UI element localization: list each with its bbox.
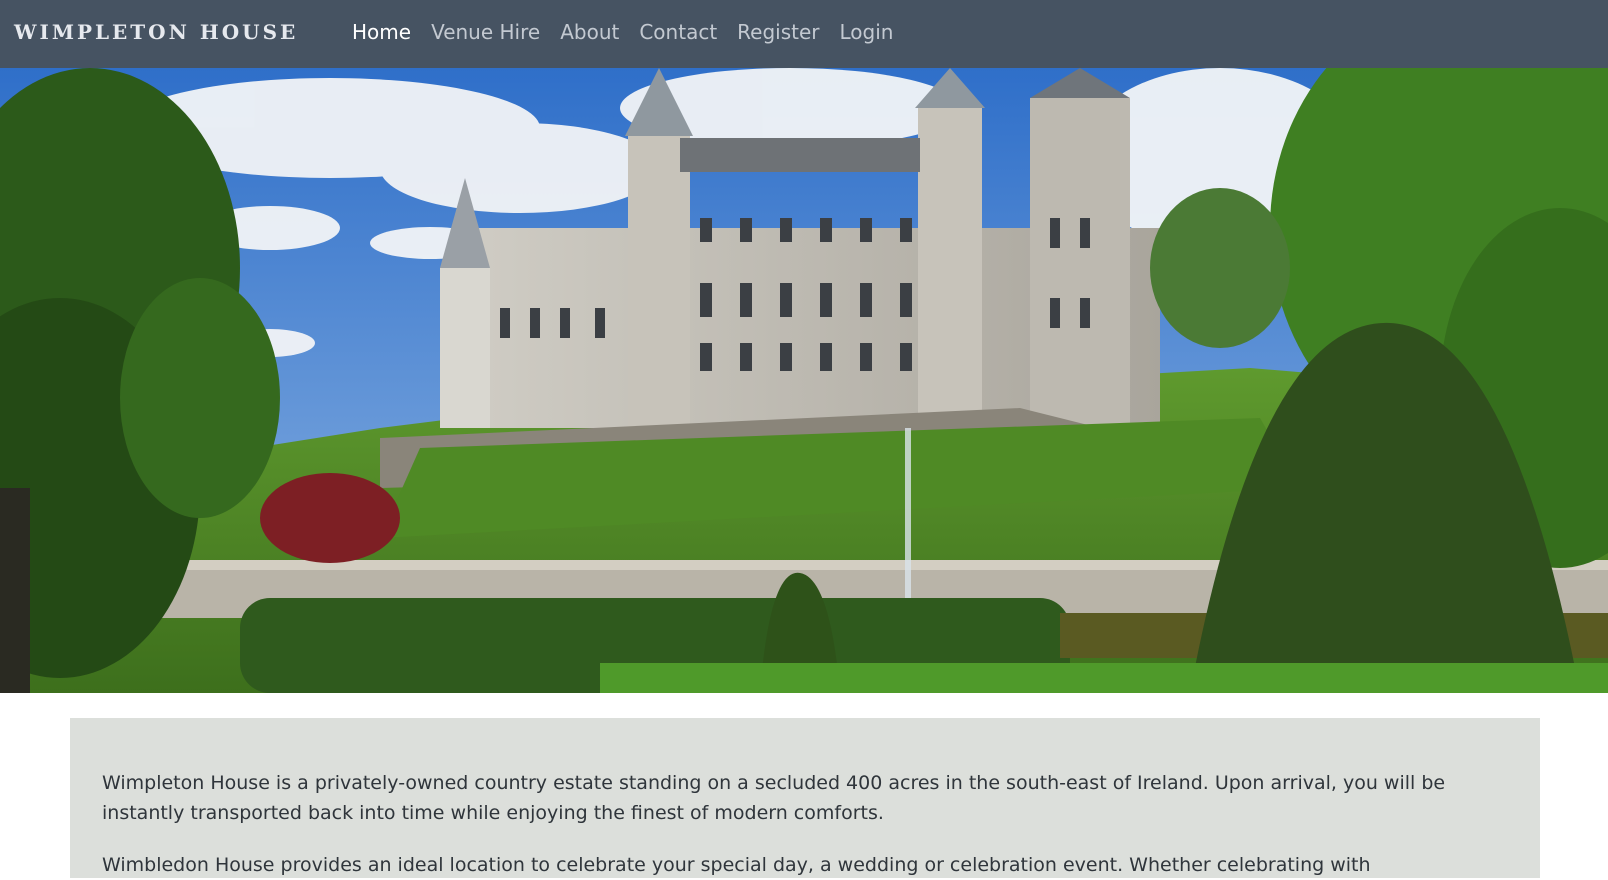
nav-link-venue-hire[interactable]: Venue Hire: [431, 20, 540, 44]
intro-card: Wimpleton House is a privately-owned cou…: [70, 718, 1540, 878]
intro-paragraph-1: Wimpleton House is a privately-owned cou…: [102, 772, 1446, 824]
top-navbar: WIMPLETON HOUSE Home Venue Hire About Co…: [0, 0, 1608, 68]
nav-link-login[interactable]: Login: [840, 20, 894, 44]
intro-paragraph-2: Wimbledon House provides an ideal locati…: [102, 854, 1371, 876]
nav-link-contact[interactable]: Contact: [639, 20, 717, 44]
nav-link-home[interactable]: Home: [352, 20, 411, 44]
main-nav: Home Venue Hire About Contact Register L…: [352, 20, 893, 44]
site-logo[interactable]: WIMPLETON HOUSE: [14, 20, 298, 44]
nav-link-about[interactable]: About: [560, 20, 619, 44]
castle-illustration: [0, 68, 1608, 693]
nav-link-register[interactable]: Register: [737, 20, 819, 44]
hero-image: [0, 68, 1608, 693]
